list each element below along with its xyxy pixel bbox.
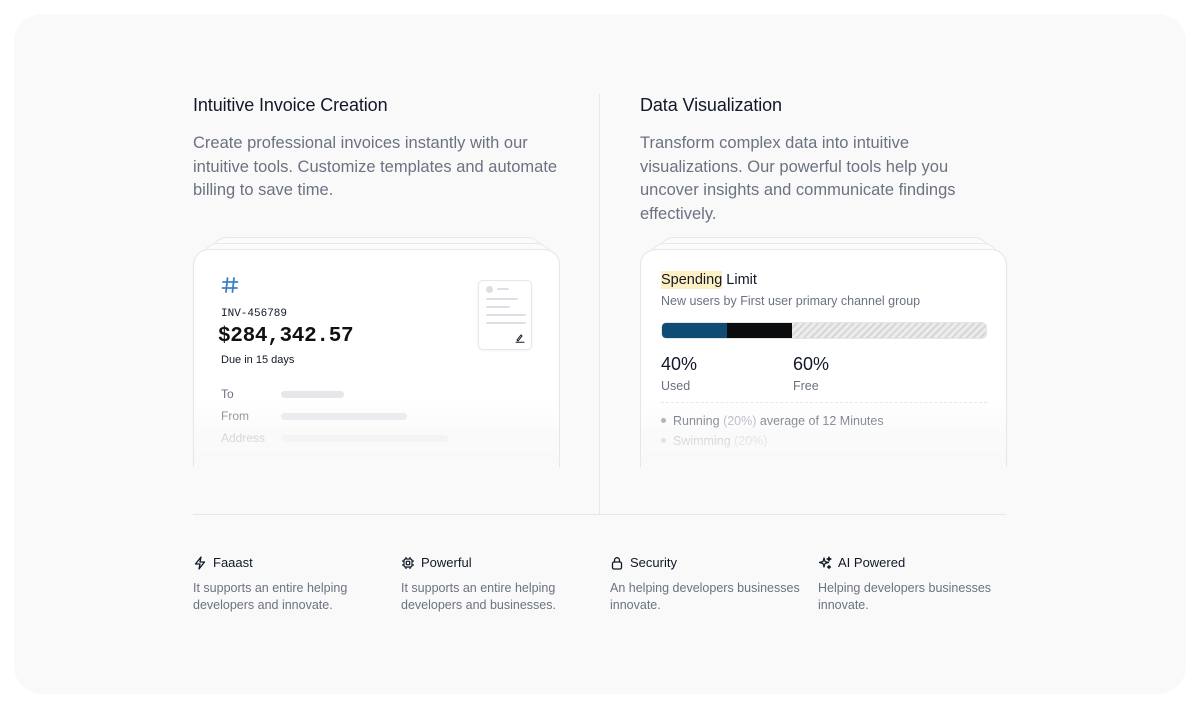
used-stat: 40% Used: [661, 354, 697, 393]
spending-limit-subtitle: New users by First user primary channel …: [661, 294, 921, 308]
free-value: 60%: [793, 354, 830, 374]
feature-ai-powered: AI Powered Helping developers businesses…: [818, 555, 991, 614]
feature-powerful: Powerful It supports an entire helping d…: [401, 555, 571, 614]
dataviz-description: Transform complex data into intuitive vi…: [640, 134, 956, 223]
usage-bar-segment-black: [726, 323, 792, 338]
invoice-card-stack: INV-456789 $284,342.57 Due in 15 days To…: [193, 237, 560, 467]
invoice-due: Due in 15 days: [221, 354, 295, 366]
feature-title: Powerful: [421, 555, 472, 570]
document-icon: [478, 280, 532, 350]
lock-icon: [611, 556, 623, 570]
spending-limit-card: Spending Limit New users by First user p…: [640, 249, 1007, 467]
dataviz-section: Data Visualization Transform complex dat…: [640, 94, 1010, 226]
usage-bar: [661, 322, 987, 339]
feature-faaast: Faaast It supports an entire helping dev…: [193, 555, 363, 614]
field-from-label: From: [221, 409, 249, 423]
hash-icon: [221, 277, 239, 293]
chip-icon: [402, 556, 414, 569]
used-label: Used: [661, 379, 691, 393]
free-label: Free: [793, 379, 819, 393]
feature-security: Security An helping developers businesse…: [610, 555, 800, 614]
title-rest: Limit: [722, 272, 757, 288]
used-value: 40%: [661, 354, 698, 374]
feature-title: AI Powered: [838, 555, 906, 570]
spending-limit-title: Spending Limit: [661, 271, 757, 289]
sparkles-icon: [818, 555, 832, 569]
bullet-dot-icon: [661, 418, 666, 424]
invoice-section: Intuitive Invoice Creation Create profes…: [193, 94, 563, 203]
field-from-placeholder: [281, 413, 407, 420]
feature-description: An helping developers businesses innovat…: [610, 581, 800, 612]
feature-title: Security: [630, 555, 677, 570]
bolt-icon: [194, 555, 206, 570]
feature-description: Helping developers businesses innovate.: [818, 581, 992, 612]
vertical-divider: [599, 94, 600, 514]
field-to-label: To: [221, 387, 234, 401]
usage-bar-segment-blue: [662, 323, 727, 338]
invoice-amount: $284,342.57: [218, 325, 354, 348]
invoice-heading: Intuitive Invoice Creation: [193, 95, 388, 115]
bullet-dot-icon: [661, 438, 666, 444]
feature-panel: [14, 14, 1186, 694]
free-stat: 60% Free: [793, 354, 829, 393]
invoice-card: INV-456789 $284,342.57 Due in 15 days To…: [193, 249, 560, 467]
field-to-placeholder: [281, 391, 344, 398]
invoice-id: INV-456789: [221, 308, 288, 320]
signature-icon: [515, 334, 525, 343]
dataviz-card-stack: Spending Limit New users by First user p…: [640, 237, 1007, 467]
list-item: Swimming (20%): [661, 434, 767, 448]
feature-description: It supports an entire helping developers…: [193, 581, 348, 612]
feature-description: It supports an entire helping developers…: [401, 581, 556, 612]
dataviz-heading: Data Visualization: [640, 95, 782, 115]
field-address-placeholder: [281, 435, 448, 442]
list-item: Running (20%) average of 12 Minutes: [661, 414, 884, 428]
horizontal-divider: [193, 514, 1006, 515]
title-highlight: Spending: [661, 271, 723, 289]
feature-title: Faaast: [213, 555, 253, 570]
invoice-description: Create professional invoices instantly w…: [193, 134, 558, 199]
field-address-label: Address: [221, 431, 266, 445]
dashed-divider: [661, 402, 987, 403]
